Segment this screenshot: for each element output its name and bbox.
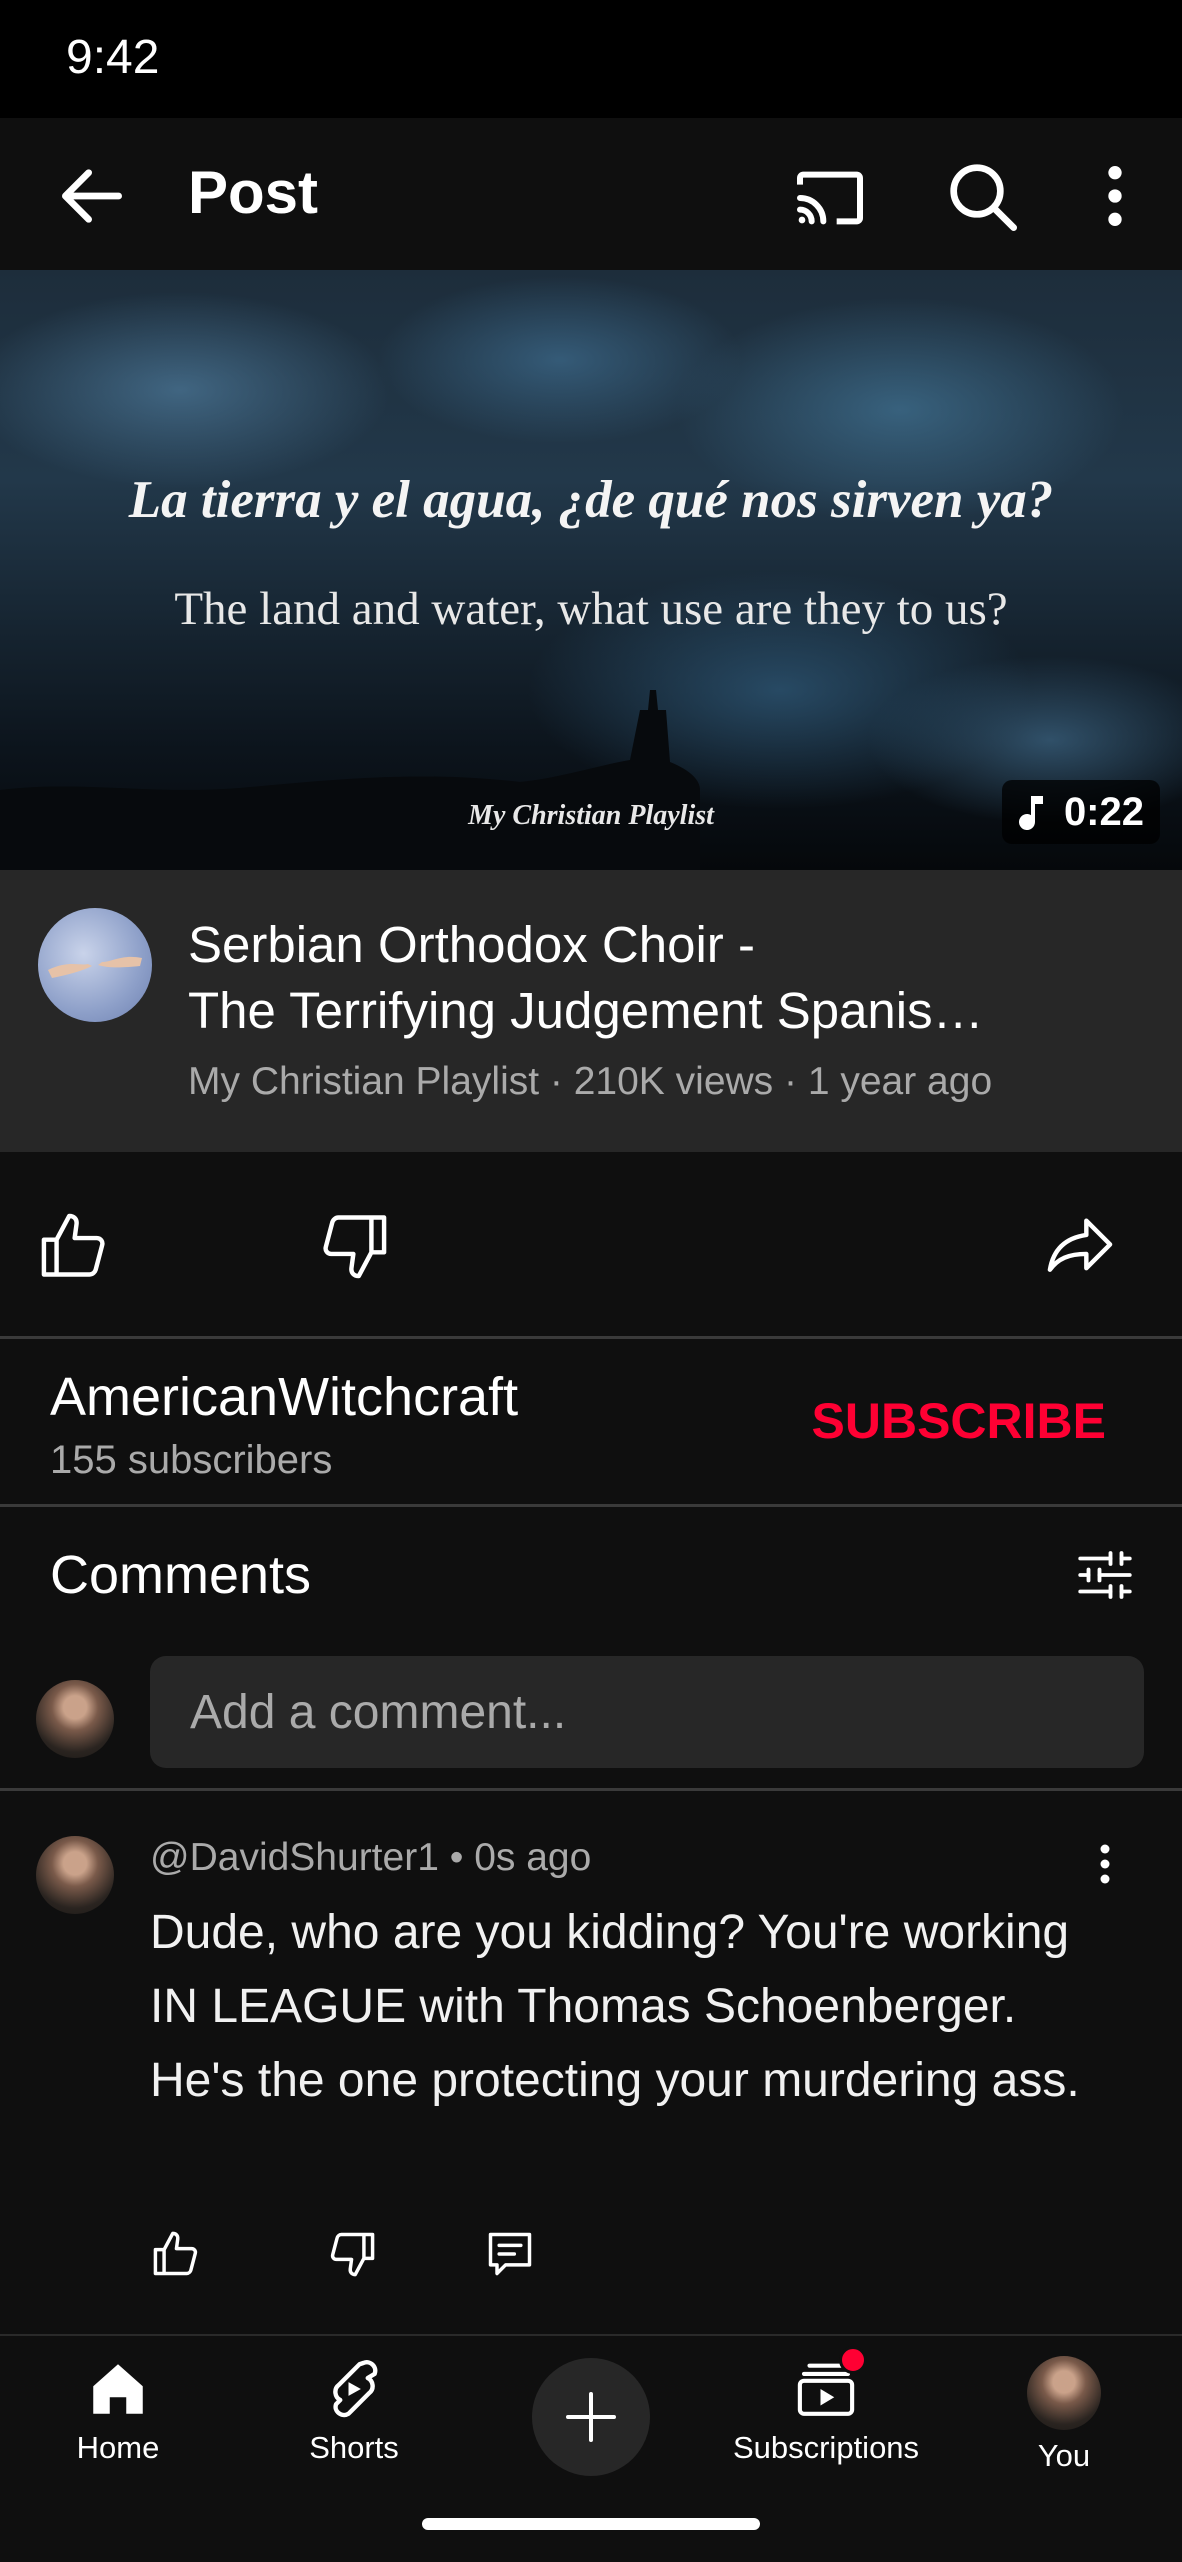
search-icon[interactable] [942,156,1022,236]
duration-badge: 0:22 [1001,780,1160,844]
video-overlay-spanish: La tierra y el agua, ¿de qué nos sirven … [128,471,1054,529]
more-vert-icon[interactable] [1090,156,1140,236]
hills-silhouette [0,690,700,870]
comments-header: Comments [0,1508,1182,1638]
filter-sliders-icon[interactable] [1072,1542,1138,1608]
nav-subscriptions[interactable]: Subscriptions [716,2346,936,2466]
share-icon[interactable] [1040,1208,1120,1284]
video-player[interactable]: La tierra y el agua, ¿de qué nos sirven … [0,270,1182,870]
comment-text: Dude, who are you kidding? You're workin… [150,1906,1080,2107]
video-title[interactable]: Serbian Orthodox Choir - The Terrifying … [188,912,1088,1044]
divider [0,1504,1182,1507]
thumb-down-icon[interactable] [316,1208,392,1284]
channel-avatar[interactable] [38,908,152,1022]
creation-of-adam-image [48,956,142,978]
shorts-icon [333,2360,378,2418]
video-overlay-english: The land and water, what use are they to… [174,583,1008,635]
nav-shorts[interactable]: Shorts [244,2356,464,2466]
cast-icon[interactable] [790,158,870,238]
nav-you[interactable]: You [954,2356,1174,2474]
subscribe-button[interactable]: SUBSCRIBE [812,1392,1106,1450]
duration-text: 0:22 [1063,789,1144,834]
video-meta: My Christian Playlist · 210K views · 1 y… [188,1060,993,1103]
comments-heading: Comments [50,1545,312,1605]
nav-home-label: Home [76,2430,160,2465]
status-time: 9:42 [66,31,160,84]
user-avatar [36,1680,114,1758]
page-title: Post [188,159,319,226]
nav-shorts-label: Shorts [309,2430,399,2465]
add-comment-placeholder: Add a comment... [190,1685,567,1739]
plus-icon [566,2392,616,2442]
thumb-down-icon[interactable] [326,2228,378,2280]
create-button[interactable] [532,2358,650,2476]
comment-header: @DavidShurter1 • 0s ago [150,1836,592,1879]
commenter-avatar[interactable] [36,1836,114,1914]
app-bar: Post [0,118,1182,270]
subscriptions-icon-wrap [793,2346,867,2422]
nav-you-label: You [1037,2438,1091,2473]
more-vert-icon[interactable] [1090,1834,1120,1894]
add-comment-row: Add a comment... [0,1640,1182,1788]
thumb-up-icon[interactable] [150,2228,202,2280]
video-info[interactable]: Serbian Orthodox Choir - The Terrifying … [0,870,1182,1152]
channel-row: AmericanWitchcraft 155 subscribers SUBSC… [0,1338,1182,1504]
channel-name[interactable]: AmericanWitchcraft [50,1366,518,1428]
reply-icon[interactable] [484,2228,536,2280]
you-avatar [1027,2356,1101,2430]
video-title-line-1: Serbian Orthodox Choir - [188,916,755,973]
back-arrow-icon[interactable] [52,156,132,236]
status-bar: 9:42 [0,0,1182,118]
post-actions [0,1152,1182,1336]
home-indicator[interactable] [422,2518,760,2530]
home-icon [93,2364,143,2414]
notification-dot [839,2346,867,2374]
video-title-line-2: The Terrifying Judgement Spanis… [188,982,984,1039]
music-note-icon [1018,796,1043,831]
thumb-up-icon[interactable] [36,1208,112,1284]
nav-home[interactable]: Home [8,2356,228,2466]
nav-subscriptions-label: Subscriptions [732,2430,920,2465]
comment-item: @DavidShurter1 • 0s ago Dude, who are yo… [0,1790,1182,2330]
subscriber-count: 155 subscribers [50,1438,333,1482]
add-comment-input[interactable]: Add a comment... [150,1656,1144,1768]
